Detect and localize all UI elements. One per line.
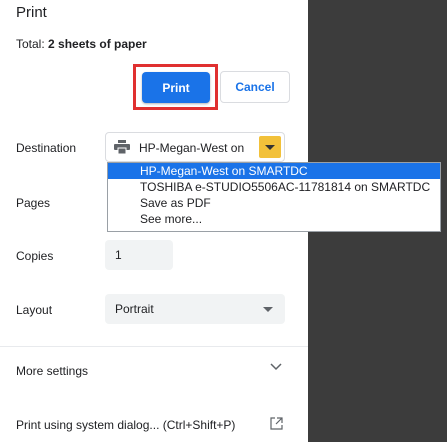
destination-select[interactable]: HP-Megan-West on — [105, 132, 285, 162]
layout-select[interactable]: Portrait — [105, 294, 285, 324]
page-title: Print — [16, 4, 47, 21]
layout-value: Portrait — [115, 302, 154, 316]
layout-label: Layout — [16, 303, 53, 317]
destination-option[interactable]: See more... — [108, 211, 440, 227]
copies-input[interactable]: 1 — [105, 240, 173, 270]
destination-option[interactable]: TOSHIBA e-STUDIO5506AC-11781814 on SMART… — [108, 179, 440, 195]
more-settings-toggle[interactable]: More settings — [16, 364, 88, 378]
chevron-down-icon[interactable] — [270, 362, 282, 372]
pages-label: Pages — [16, 196, 51, 210]
total-sheets: Total: 2 sheets of paper — [16, 37, 147, 51]
total-prefix: Total: — [16, 37, 49, 51]
destination-label: Destination — [16, 141, 77, 155]
copies-label: Copies — [16, 249, 54, 263]
print-button[interactable]: Print — [142, 72, 210, 103]
cancel-button[interactable]: Cancel — [220, 71, 290, 103]
chevron-down-icon — [263, 307, 273, 312]
destination-option[interactable]: Save as PDF — [108, 195, 440, 211]
system-dialog-link[interactable]: Print using system dialog... (Ctrl+Shift… — [16, 418, 235, 432]
destination-selected-value: HP-Megan-West on — [139, 141, 245, 155]
divider — [0, 346, 308, 347]
dropdown-arrow-icon[interactable] — [259, 136, 281, 158]
copies-value: 1 — [115, 248, 122, 262]
destination-dropdown-list: HP-Megan-West on SMARTDC TOSHIBA e-STUDI… — [107, 162, 441, 232]
open-external-icon[interactable] — [270, 417, 283, 430]
printer-icon — [114, 140, 130, 154]
total-value: 2 sheets of paper — [48, 37, 147, 51]
destination-option[interactable]: HP-Megan-West on SMARTDC — [108, 163, 440, 179]
